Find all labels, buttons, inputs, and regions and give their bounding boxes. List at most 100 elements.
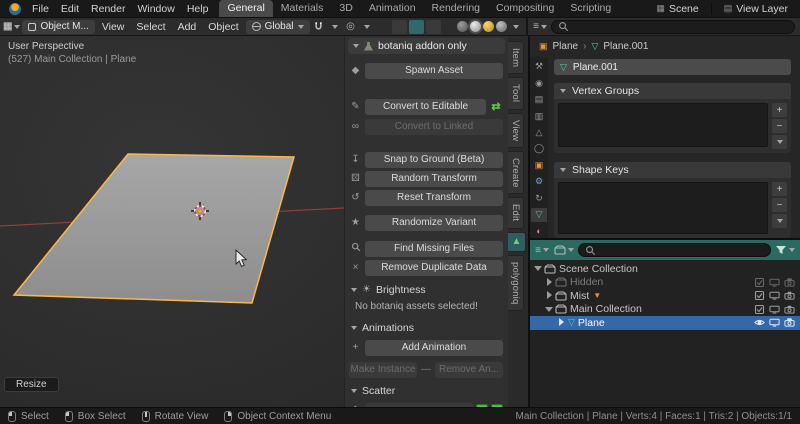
expander-icon[interactable] bbox=[545, 277, 554, 287]
view-layer-selector[interactable]: View Layer bbox=[736, 3, 788, 15]
proportional-editing-icon[interactable]: ◎ bbox=[344, 20, 358, 34]
disable-render-icon[interactable] bbox=[784, 277, 795, 287]
view-layer-tab-icon[interactable]: ▥ bbox=[531, 109, 547, 122]
outliner-row-hidden[interactable]: Hidden bbox=[530, 276, 800, 290]
tab-view[interactable]: View bbox=[508, 112, 524, 148]
tab-polygoniq[interactable]: polygoniq bbox=[508, 254, 524, 312]
outliner-display-mode-icon[interactable] bbox=[553, 243, 574, 257]
editor-type-3d-icon[interactable]: ▦ bbox=[3, 20, 21, 34]
shading-material-icon[interactable] bbox=[483, 21, 494, 32]
vertex-groups-list[interactable] bbox=[558, 103, 768, 147]
physics-tab-icon[interactable]: ↻ bbox=[531, 192, 547, 205]
menu-render[interactable]: Render bbox=[85, 3, 131, 15]
render-tab-icon[interactable]: ◉ bbox=[531, 76, 547, 89]
blender-logo-icon[interactable] bbox=[9, 2, 21, 15]
add-animation-button[interactable]: Add Animation bbox=[365, 339, 503, 356]
snap-to-ground-button[interactable]: Snap to Ground (Beta) bbox=[365, 151, 503, 168]
tab-edit[interactable]: Edit bbox=[508, 197, 524, 229]
outliner-search-input[interactable] bbox=[601, 243, 764, 257]
scene-tab-icon[interactable]: △ bbox=[531, 126, 547, 139]
disable-viewport-icon[interactable] bbox=[769, 305, 780, 314]
plane-mesh[interactable] bbox=[12, 153, 295, 304]
breadcrumb-data[interactable]: Plane.001 bbox=[603, 41, 648, 52]
editor-type-properties-icon[interactable]: ≡ bbox=[533, 20, 547, 34]
orientation-dropdown[interactable]: Global bbox=[245, 19, 310, 34]
reset-transform-button[interactable]: Reset Transform bbox=[365, 189, 503, 206]
tool-tab-icon[interactable]: ⚒ bbox=[531, 60, 547, 73]
data-name-field[interactable]: ▽ Plane.001 bbox=[554, 59, 791, 75]
exclude-checkbox-icon[interactable] bbox=[754, 277, 765, 287]
randomize-variant-button[interactable]: Randomize Variant bbox=[365, 214, 503, 231]
viewport-menu-object[interactable]: Object bbox=[203, 21, 243, 33]
outliner-row-mist[interactable]: Mist ▼ bbox=[530, 289, 800, 303]
modifiers-tab-icon[interactable]: ⚙ bbox=[531, 175, 547, 188]
vertex-group-specials-button[interactable] bbox=[772, 135, 787, 149]
shape-key-remove-button[interactable]: − bbox=[772, 198, 787, 212]
filter-funnel-icon[interactable] bbox=[775, 243, 795, 257]
exclude-checkbox-icon[interactable] bbox=[754, 291, 765, 301]
random-transform-button[interactable]: Random Transform bbox=[365, 170, 503, 187]
shape-keys-list[interactable] bbox=[558, 182, 768, 234]
snap-magnet-icon[interactable] bbox=[312, 20, 326, 34]
proportional-falloff-dropdown[interactable] bbox=[360, 20, 374, 34]
shading-wireframe-icon[interactable] bbox=[457, 21, 468, 32]
scene-selector[interactable]: Scene bbox=[669, 3, 699, 15]
workspace-tab-compositing[interactable]: Compositing bbox=[488, 0, 562, 17]
breadcrumb-object[interactable]: Plane bbox=[553, 41, 579, 52]
object-tab-icon[interactable]: ▣ bbox=[531, 159, 547, 172]
material-tab-icon[interactable]: ◐ bbox=[531, 225, 547, 238]
menu-help[interactable]: Help bbox=[181, 3, 215, 15]
animations-section-header[interactable]: Animations bbox=[351, 320, 503, 335]
output-tab-icon[interactable]: ▤ bbox=[531, 93, 547, 106]
world-tab-icon[interactable]: ◯ bbox=[531, 142, 547, 155]
workspace-tab-animation[interactable]: Animation bbox=[361, 0, 424, 17]
botaniq-pan​el-header[interactable]: botaniq addon only bbox=[348, 38, 505, 54]
shading-solid-icon[interactable] bbox=[470, 21, 481, 32]
disable-render-icon[interactable] bbox=[784, 318, 795, 327]
brightness-section-header[interactable]: ☀ Brightness bbox=[351, 282, 503, 297]
make-instance-button[interactable]: Make Instance bbox=[349, 361, 417, 378]
tab-create[interactable]: Create bbox=[508, 150, 524, 195]
shape-key-add-button[interactable]: + bbox=[772, 182, 787, 196]
editor-type-outliner-icon[interactable]: ≡ bbox=[535, 243, 549, 257]
menu-file[interactable]: File bbox=[26, 3, 55, 15]
disable-render-icon[interactable] bbox=[784, 305, 795, 314]
tab-tool[interactable]: Tool bbox=[508, 77, 524, 110]
shape-keys-header[interactable]: Shape Keys bbox=[554, 162, 791, 178]
hide-eye-icon[interactable] bbox=[754, 318, 765, 327]
object-data-tab-icon[interactable]: ▽ bbox=[531, 208, 547, 222]
viewport-3d[interactable]: User Perspective (527) Main Collection |… bbox=[0, 36, 344, 407]
outliner-search[interactable] bbox=[578, 243, 771, 257]
vertex-group-add-button[interactable]: + bbox=[772, 103, 787, 117]
remove-animation-button[interactable]: Remove An... bbox=[435, 361, 503, 378]
snap-settings-dropdown[interactable] bbox=[328, 20, 342, 34]
viewport-menu-view[interactable]: View bbox=[97, 21, 130, 33]
workspace-tab-general[interactable]: General bbox=[219, 0, 273, 17]
expander-icon[interactable] bbox=[557, 318, 566, 327]
outliner-row-main-collection[interactable]: Main Collection bbox=[530, 303, 800, 317]
disable-render-icon[interactable] bbox=[784, 291, 795, 300]
expander-icon[interactable] bbox=[545, 305, 554, 314]
xray-toggle-icon[interactable] bbox=[425, 19, 441, 34]
workspace-tab-rendering[interactable]: Rendering bbox=[424, 0, 488, 17]
viewport-menu-select[interactable]: Select bbox=[131, 21, 170, 33]
disable-viewport-icon[interactable] bbox=[769, 291, 780, 300]
viewport-menu-add[interactable]: Add bbox=[173, 21, 202, 33]
workspace-tab-3d[interactable]: 3D bbox=[331, 0, 360, 17]
outliner-row-scene-collection[interactable]: Scene Collection bbox=[530, 262, 800, 276]
find-missing-files-button[interactable]: Find Missing Files bbox=[365, 240, 503, 257]
convert-to-editable-button[interactable]: Convert to Editable bbox=[365, 98, 486, 115]
disable-viewport-icon[interactable] bbox=[769, 278, 780, 287]
shading-dropdown[interactable] bbox=[509, 20, 523, 34]
vertex-group-remove-button[interactable]: − bbox=[772, 119, 787, 133]
outliner-row-plane[interactable]: ▽ Plane bbox=[530, 316, 800, 330]
expander-icon[interactable] bbox=[545, 291, 554, 300]
properties-search[interactable] bbox=[551, 19, 795, 34]
vertex-groups-header[interactable]: Vertex Groups bbox=[554, 83, 791, 99]
tab-item[interactable]: Item bbox=[508, 41, 524, 75]
overlay-toggle-icon[interactable] bbox=[408, 19, 424, 34]
menu-window[interactable]: Window bbox=[131, 3, 180, 15]
scatter-section-header[interactable]: Scatter bbox=[351, 383, 503, 398]
convert-swap-icon[interactable]: ⇄ bbox=[489, 100, 503, 113]
workspace-tab-scripting[interactable]: Scripting bbox=[562, 0, 619, 17]
